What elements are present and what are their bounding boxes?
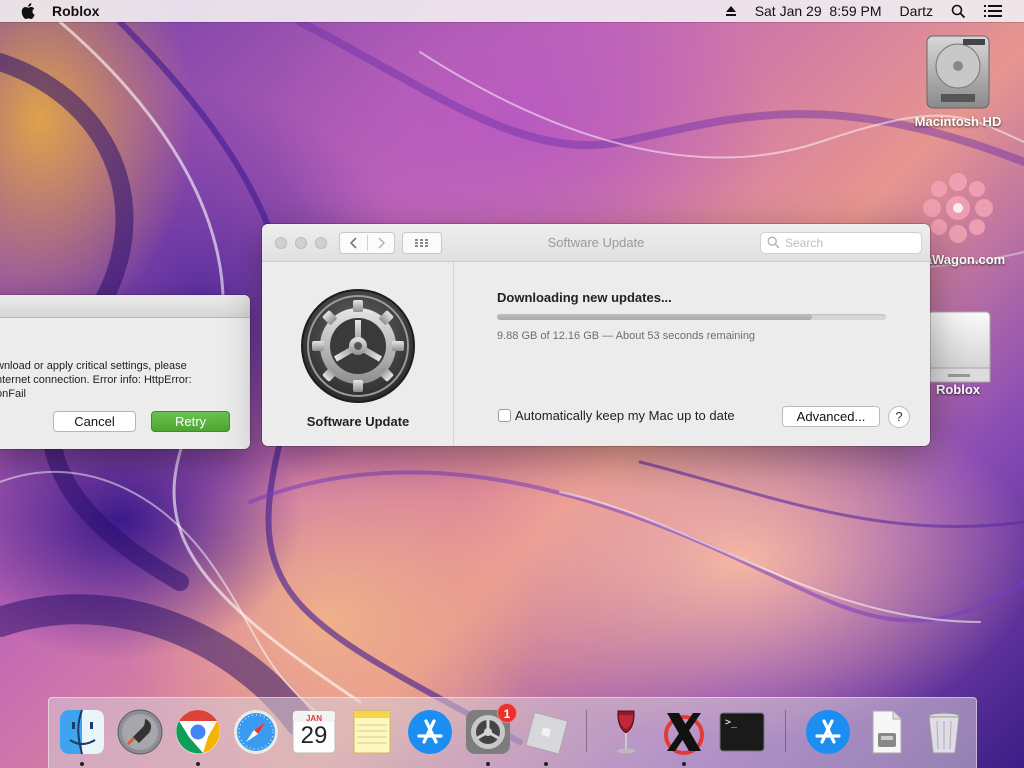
menu-bar: Roblox Sat Jan 29 8:59 PM Dartz [0,0,1024,22]
running-indicator [544,762,548,766]
menubar-user[interactable]: Dartz [900,3,933,19]
pane-label: Software Update [306,414,410,429]
download-heading: Downloading new updates... [497,290,672,305]
notes-icon[interactable] [347,707,397,757]
chrome-icon[interactable] [173,707,223,757]
eject-icon[interactable] [725,5,737,17]
active-app-name[interactable]: Roblox [52,3,99,19]
download-progress-bar [497,314,886,320]
app-store-icon[interactable] [405,707,455,757]
dock: JAN 29 1 >_ [48,697,977,768]
desktop-icon-label: aWagon.com [924,252,1006,267]
dialog-title-bar[interactable] [0,295,250,318]
search-icon [767,236,780,249]
pink-flower-icon [923,173,993,243]
download-status: 9.88 GB of 12.16 GB — About 53 seconds r… [497,330,756,342]
notification-center-icon[interactable] [984,4,1002,18]
trash-icon[interactable] [919,707,969,757]
apple-logo-icon[interactable] [20,2,36,20]
window-toolbar[interactable]: Software Update Search [262,224,930,262]
finder-icon[interactable] [57,707,107,757]
running-indicator [80,762,84,766]
cancel-button[interactable]: Cancel [53,411,136,432]
desktop-icon-macintosh-hd[interactable]: Macintosh HD [903,32,1013,129]
help-button[interactable]: ? [888,406,910,428]
error-message-line: nternet connection. Error info: HttpErro… [0,374,192,386]
auto-update-checkbox[interactable] [498,409,511,422]
retry-button[interactable]: Retry [151,411,230,432]
dock-separator [785,710,786,752]
advanced-button[interactable]: Advanced... [782,406,880,427]
gear-icon [301,289,415,403]
running-indicator [682,762,686,766]
x11-icon[interactable] [659,707,709,757]
menubar-clock[interactable]: Sat Jan 29 8:59 PM [755,3,882,19]
calendar-day: 29 [300,722,328,749]
dock-separator [586,710,587,752]
terminal-prompt: >_ [725,717,738,728]
safari-icon[interactable] [231,707,281,757]
error-message: wnload or apply critical settings, pleas… [0,359,246,401]
notification-badge: 1 [497,703,517,723]
error-message-line: onFail [0,388,26,400]
document-icon[interactable] [861,707,911,757]
pane-sidebar: Software Update [262,262,454,446]
search-placeholder: Search [785,236,824,250]
running-indicator [196,762,200,766]
progress-fill [497,314,813,320]
auto-update-label[interactable]: Automatically keep my Mac up to date [515,408,735,423]
roblox-error-dialog: wnload or apply critical settings, pleas… [0,295,250,449]
downloads-app-store-icon[interactable] [803,707,853,757]
launchpad-icon[interactable] [115,707,165,757]
wine-icon[interactable] [601,707,651,757]
system-preferences-icon[interactable]: 1 [463,703,517,757]
desktop-icon-label: Macintosh HD [914,114,1002,129]
roblox-icon[interactable] [521,707,571,757]
software-update-window: Software Update Search Software Update D… [262,224,930,446]
disk-image-icon [927,311,991,383]
spotlight-search-icon[interactable] [951,4,966,19]
hard-drive-icon [926,35,990,109]
calendar-icon[interactable]: JAN 29 [289,707,339,757]
error-message-line: wnload or apply critical settings, pleas… [0,360,187,372]
search-field[interactable]: Search [760,232,922,254]
running-indicator [486,762,490,766]
terminal-icon[interactable]: >_ [717,707,767,757]
